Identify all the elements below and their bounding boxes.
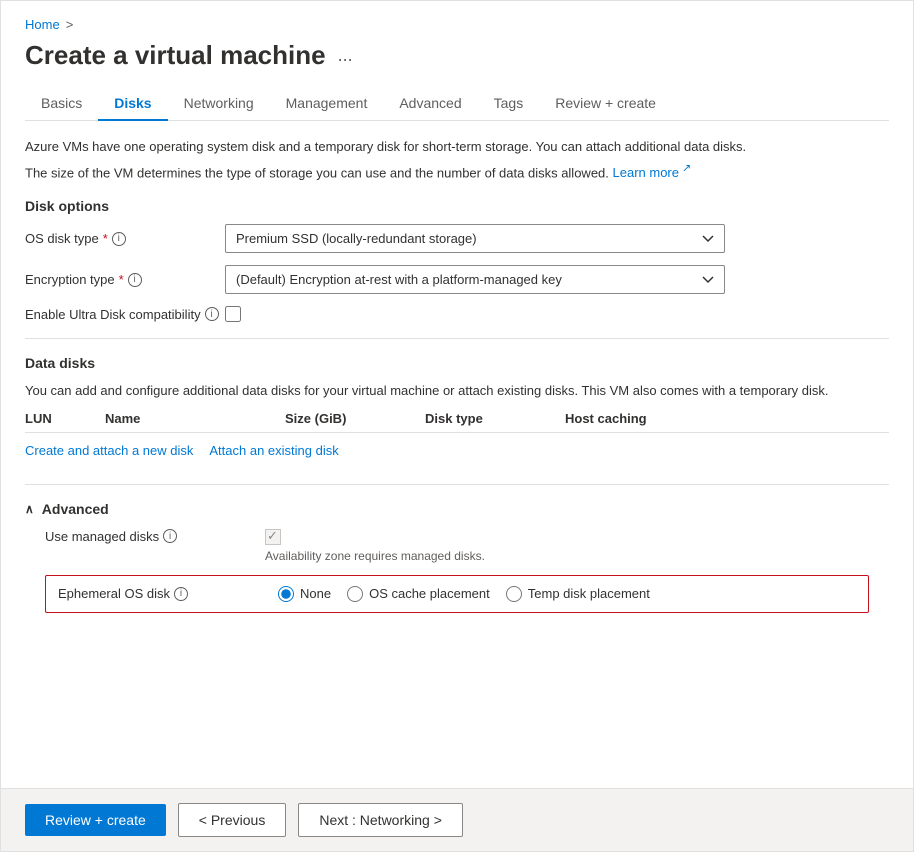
- footer: Review + create < Previous Next : Networ…: [1, 788, 913, 851]
- col-header-lun: LUN: [25, 411, 105, 426]
- advanced-section: ∧ Advanced Use managed disks i Availabil…: [25, 501, 889, 613]
- data-disks-description: You can add and configure additional dat…: [25, 381, 889, 401]
- tab-tags[interactable]: Tags: [478, 87, 540, 121]
- managed-disks-info-icon[interactable]: i: [163, 529, 177, 543]
- tab-basics[interactable]: Basics: [25, 87, 98, 121]
- availability-note: Availability zone requires managed disks…: [265, 549, 485, 563]
- disk-options-title: Disk options: [25, 198, 889, 214]
- ephemeral-os-cache-label: OS cache placement: [369, 586, 490, 601]
- managed-disks-control: Availability zone requires managed disks…: [265, 529, 485, 563]
- ultra-disk-label: Enable Ultra Disk compatibility i: [25, 307, 225, 322]
- os-disk-type-info-icon[interactable]: i: [112, 232, 126, 246]
- breadcrumb-home[interactable]: Home: [25, 17, 60, 32]
- ultra-disk-checkbox[interactable]: [225, 306, 241, 322]
- ephemeral-temp-disk-label: Temp disk placement: [528, 586, 650, 601]
- advanced-section-title: Advanced: [42, 501, 109, 517]
- col-header-host-caching: Host caching: [565, 411, 889, 426]
- description-line1: Azure VMs have one operating system disk…: [25, 137, 889, 157]
- create-attach-new-disk-link[interactable]: Create and attach a new disk: [25, 443, 193, 458]
- nav-tabs: Basics Disks Networking Management Advan…: [25, 87, 889, 121]
- managed-disks-checkbox-disabled: [265, 529, 281, 545]
- tab-advanced[interactable]: Advanced: [383, 87, 477, 121]
- chevron-up-icon: ∧: [25, 502, 34, 516]
- ultra-disk-info-icon[interactable]: i: [205, 307, 219, 321]
- ephemeral-os-disk-row: Ephemeral OS disk i None OS cache placem…: [45, 575, 869, 613]
- encryption-type-info-icon[interactable]: i: [128, 273, 142, 287]
- ephemeral-info-icon[interactable]: i: [174, 587, 188, 601]
- col-header-disk-type: Disk type: [425, 411, 565, 426]
- ephemeral-os-cache-option[interactable]: OS cache placement: [347, 586, 490, 602]
- os-disk-type-select[interactable]: Premium SSD (locally-redundant storage): [225, 224, 725, 253]
- col-header-size: Size (GiB): [285, 411, 425, 426]
- ephemeral-temp-disk-option[interactable]: Temp disk placement: [506, 586, 650, 602]
- advanced-section-header[interactable]: ∧ Advanced: [25, 501, 889, 517]
- encryption-type-row: Encryption type * i (Default) Encryption…: [25, 265, 889, 294]
- ultra-disk-row: Enable Ultra Disk compatibility i: [25, 306, 889, 322]
- ephemeral-none-label: None: [300, 586, 331, 601]
- managed-disks-row: Use managed disks i Availability zone re…: [25, 529, 889, 563]
- breadcrumb-separator: >: [66, 17, 74, 32]
- disk-actions: Create and attach a new disk Attach an e…: [25, 433, 889, 468]
- divider-before-advanced: [25, 484, 889, 485]
- next-networking-button[interactable]: Next : Networking >: [298, 803, 463, 837]
- review-create-button[interactable]: Review + create: [25, 804, 166, 836]
- ephemeral-none-option[interactable]: None: [278, 586, 331, 602]
- ephemeral-os-cache-radio[interactable]: [347, 586, 363, 602]
- page-title: Create a virtual machine: [25, 40, 326, 71]
- tab-management[interactable]: Management: [270, 87, 384, 121]
- encryption-type-label: Encryption type * i: [25, 272, 225, 287]
- data-disks-section: Data disks You can add and configure add…: [25, 355, 889, 468]
- ephemeral-radio-group: None OS cache placement Temp disk placem…: [278, 586, 650, 602]
- attach-existing-disk-link[interactable]: Attach an existing disk: [209, 443, 338, 458]
- data-disks-table-header: LUN Name Size (GiB) Disk type Host cachi…: [25, 405, 889, 433]
- col-header-name: Name: [105, 411, 285, 426]
- divider-after-disk-options: [25, 338, 889, 339]
- external-link-icon: ↗: [679, 163, 691, 175]
- description-line2: The size of the VM determines the type o…: [25, 161, 889, 183]
- ephemeral-os-disk-label: Ephemeral OS disk i: [58, 586, 278, 601]
- previous-button[interactable]: < Previous: [178, 803, 287, 837]
- tab-review-create[interactable]: Review + create: [539, 87, 672, 121]
- encryption-required-indicator: *: [119, 272, 124, 287]
- encryption-type-select[interactable]: (Default) Encryption at-rest with a plat…: [225, 265, 725, 294]
- required-indicator: *: [103, 231, 108, 246]
- ephemeral-temp-disk-radio[interactable]: [506, 586, 522, 602]
- learn-more-link[interactable]: Learn more ↗: [613, 165, 692, 180]
- ellipsis-menu-button[interactable]: ...: [338, 45, 353, 66]
- os-disk-type-label: OS disk type * i: [25, 231, 225, 246]
- tab-disks[interactable]: Disks: [98, 87, 167, 121]
- breadcrumb: Home >: [25, 17, 889, 32]
- ephemeral-none-radio[interactable]: [278, 586, 294, 602]
- data-disks-title: Data disks: [25, 355, 889, 371]
- os-disk-type-row: OS disk type * i Premium SSD (locally-re…: [25, 224, 889, 253]
- tab-networking[interactable]: Networking: [168, 87, 270, 121]
- managed-disks-label: Use managed disks i: [45, 529, 265, 544]
